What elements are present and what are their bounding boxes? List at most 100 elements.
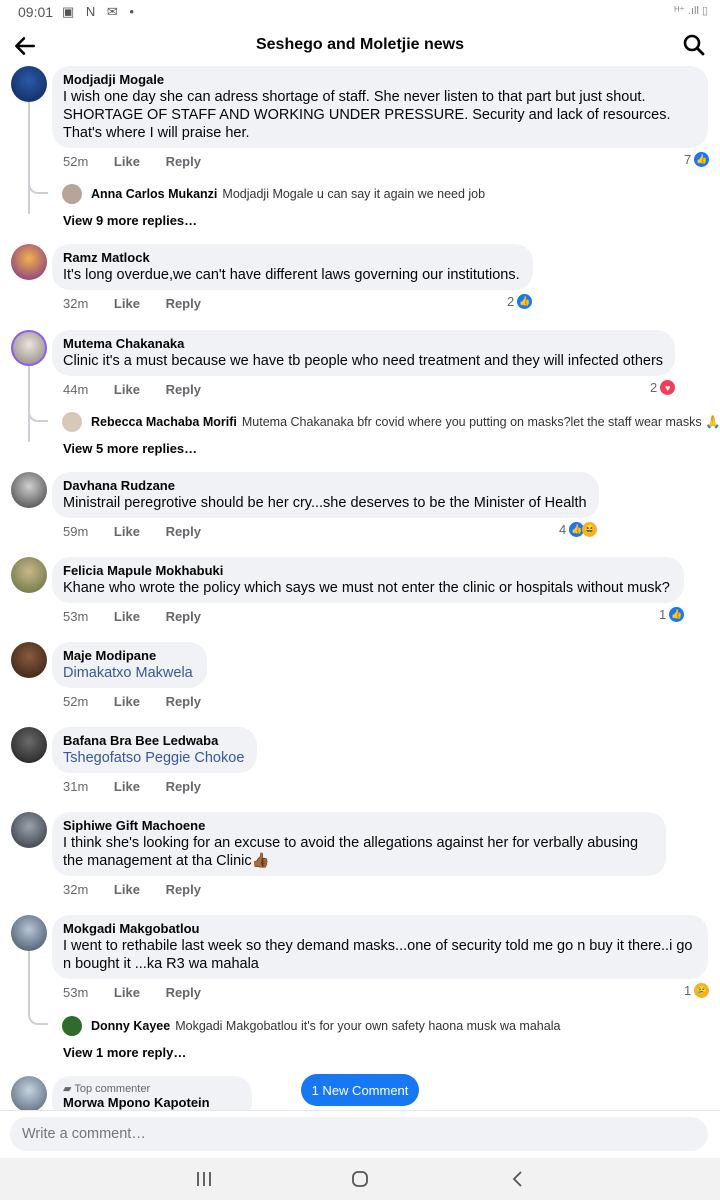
reaction-number: 2 bbox=[650, 380, 658, 395]
comment-text: I think she's looking for an excuse to a… bbox=[63, 835, 639, 869]
comment-actions: 44m Like Reply bbox=[63, 382, 223, 397]
reply-button[interactable]: Reply bbox=[166, 382, 201, 397]
comment-author[interactable]: Bafana Bra Bee Ledwaba bbox=[63, 733, 246, 749]
reply-button[interactable]: Reply bbox=[166, 694, 201, 709]
reaction-count[interactable]: 2 👍 bbox=[507, 294, 533, 309]
comment-bubble: Bafana Bra Bee Ledwaba Tshegofatso Peggi… bbox=[52, 727, 257, 773]
page-title: Seshego and Moletjie news bbox=[255, 36, 465, 53]
comment-bubble: Ramz Matlock It's long overdue,we can't … bbox=[52, 244, 533, 290]
view-more-replies-link[interactable]: View 9 more replies… bbox=[63, 213, 197, 228]
reply-text: Modjadji Mogale u can say it again we ne… bbox=[222, 187, 486, 201]
like-button[interactable]: Like bbox=[114, 296, 140, 311]
back-nav-icon[interactable] bbox=[506, 1168, 530, 1190]
comment-bubble: Felicia Mapule Mokhabuki Khane who wrote… bbox=[52, 557, 684, 603]
reaction-count[interactable]: 1 👍 bbox=[659, 607, 685, 622]
comment-text: It's long overdue,we can't have differen… bbox=[63, 267, 520, 283]
comment-author[interactable]: Maje Modipane bbox=[63, 648, 196, 664]
tagged-user-link[interactable]: Tshegofatso Peggie Chokoe bbox=[63, 749, 246, 767]
home-icon[interactable] bbox=[348, 1168, 372, 1190]
comment-text: Khane who wrote the policy which says we… bbox=[63, 580, 670, 596]
avatar[interactable] bbox=[11, 1076, 47, 1110]
reply-preview[interactable]: Donny Kayee Mokgadi Makgobatlou it's for… bbox=[62, 1016, 560, 1036]
avatar[interactable] bbox=[11, 66, 47, 102]
avatar[interactable] bbox=[11, 915, 47, 951]
comment-actions: 52m Like Reply bbox=[63, 694, 223, 709]
thread-hook bbox=[28, 1005, 48, 1025]
reply-text: Mokgadi Makgobatlou it's for your own sa… bbox=[175, 1019, 561, 1033]
reply-preview[interactable]: Rebecca Machaba Morifi Mutema Chakanaka … bbox=[62, 412, 720, 432]
system-nav-bar bbox=[0, 1158, 720, 1200]
thread-hook bbox=[28, 402, 48, 422]
reaction-count[interactable]: 7 👍 bbox=[684, 152, 710, 167]
like-button[interactable]: Like bbox=[114, 779, 140, 794]
reply-button[interactable]: Reply bbox=[166, 985, 201, 1000]
tagged-user-link[interactable]: Dimakatxo Makwela bbox=[63, 664, 196, 682]
comment-bubble: Siphiwe Gift Machoene I think she's look… bbox=[52, 812, 666, 876]
avatar bbox=[62, 412, 82, 432]
like-button[interactable]: Like bbox=[114, 609, 140, 624]
search-icon[interactable] bbox=[682, 33, 706, 57]
like-button[interactable]: Like bbox=[114, 882, 140, 897]
comment-author[interactable]: Felicia Mapule Mokhabuki bbox=[63, 563, 673, 579]
avatar[interactable] bbox=[11, 330, 47, 366]
reaction-count[interactable]: 4 👍 😆 bbox=[559, 522, 598, 537]
comment-input[interactable] bbox=[10, 1117, 708, 1151]
comment-author[interactable]: Mokgadi Makgobatlou bbox=[63, 921, 697, 937]
avatar[interactable] bbox=[11, 472, 47, 508]
comment-author[interactable]: Mutema Chakanaka bbox=[63, 336, 664, 352]
reaction-count[interactable]: 2 ♥ bbox=[650, 380, 676, 395]
reply-preview[interactable]: Anna Carlos Mukanzi Modjadji Mogale u ca… bbox=[62, 184, 485, 204]
avatar[interactable] bbox=[11, 244, 47, 280]
view-more-replies-link[interactable]: View 5 more replies… bbox=[63, 441, 197, 456]
comment-author[interactable]: Morwa Mpono Kapotein Malepe bbox=[63, 1095, 241, 1110]
comment-actions: 52m Like Reply bbox=[63, 154, 223, 169]
reply-button[interactable]: Reply bbox=[166, 154, 201, 169]
like-button[interactable]: Like bbox=[114, 154, 140, 169]
reply-button[interactable]: Reply bbox=[166, 524, 201, 539]
comment-time: 44m bbox=[63, 382, 89, 397]
comments-feed[interactable]: Modjadji Mogale I wish one day she can a… bbox=[0, 66, 720, 1110]
avatar[interactable] bbox=[11, 557, 47, 593]
reaction-number: 7 bbox=[684, 152, 692, 167]
avatar[interactable] bbox=[11, 727, 47, 763]
comment-actions: 31m Like Reply bbox=[63, 779, 223, 794]
like-reaction-icon: 👍 bbox=[669, 607, 685, 622]
comment-author[interactable]: Ramz Matlock bbox=[63, 250, 522, 266]
comment-bubble: Mokgadi Makgobatlou I went to rethabile … bbox=[52, 915, 708, 979]
reply-button[interactable]: Reply bbox=[166, 882, 201, 897]
reaction-number: 1 bbox=[684, 983, 692, 998]
comment-bubble: Maje Modipane Dimakatxo Makwela bbox=[52, 642, 207, 688]
like-button[interactable]: Like bbox=[114, 524, 140, 539]
comment-text: Ministrail peregrotive should be her cry… bbox=[63, 495, 587, 511]
view-more-replies-link[interactable]: View 1 more reply… bbox=[63, 1045, 186, 1060]
comment-time: 52m bbox=[63, 694, 89, 709]
avatar[interactable] bbox=[11, 642, 47, 678]
recent-apps-icon[interactable] bbox=[192, 1168, 216, 1190]
reply-text: Mutema Chakanaka bfr covid where you put… bbox=[241, 414, 720, 429]
reply-button[interactable]: Reply bbox=[166, 609, 201, 624]
new-comment-button[interactable]: 1 New Comment bbox=[301, 1074, 419, 1106]
comment-actions: 32m Like Reply bbox=[63, 296, 223, 311]
like-button[interactable]: Like bbox=[114, 694, 140, 709]
reply-button[interactable]: Reply bbox=[166, 296, 201, 311]
comment-text: I went to rethabile last week so they de… bbox=[63, 938, 693, 972]
reaction-count[interactable]: 1 😢 bbox=[684, 983, 710, 998]
comment-actions: 59m Like Reply bbox=[63, 524, 223, 539]
thread-line bbox=[28, 100, 30, 214]
comment-author[interactable]: Modjadji Mogale bbox=[63, 72, 697, 88]
comment-bubble: Modjadji Mogale I wish one day she can a… bbox=[52, 66, 708, 148]
comment-bubble: ▰ Top commenter Morwa Mpono Kapotein Mal… bbox=[52, 1076, 252, 1110]
reply-author: Anna Carlos Mukanzi bbox=[91, 187, 218, 201]
badge-icon: ▰ bbox=[63, 1083, 72, 1095]
sad-reaction-icon: 😢 bbox=[694, 983, 710, 998]
like-button[interactable]: Like bbox=[114, 985, 140, 1000]
like-button[interactable]: Like bbox=[114, 382, 140, 397]
avatar[interactable] bbox=[11, 812, 47, 848]
comment-author[interactable]: Siphiwe Gift Machoene bbox=[63, 818, 655, 834]
love-reaction-icon: ♥ bbox=[660, 380, 676, 395]
avatar bbox=[62, 1016, 82, 1036]
comment-author[interactable]: Davhana Rudzane bbox=[63, 478, 588, 494]
comment-time: 52m bbox=[63, 154, 89, 169]
reply-button[interactable]: Reply bbox=[166, 779, 201, 794]
comment-time: 53m bbox=[63, 609, 89, 624]
